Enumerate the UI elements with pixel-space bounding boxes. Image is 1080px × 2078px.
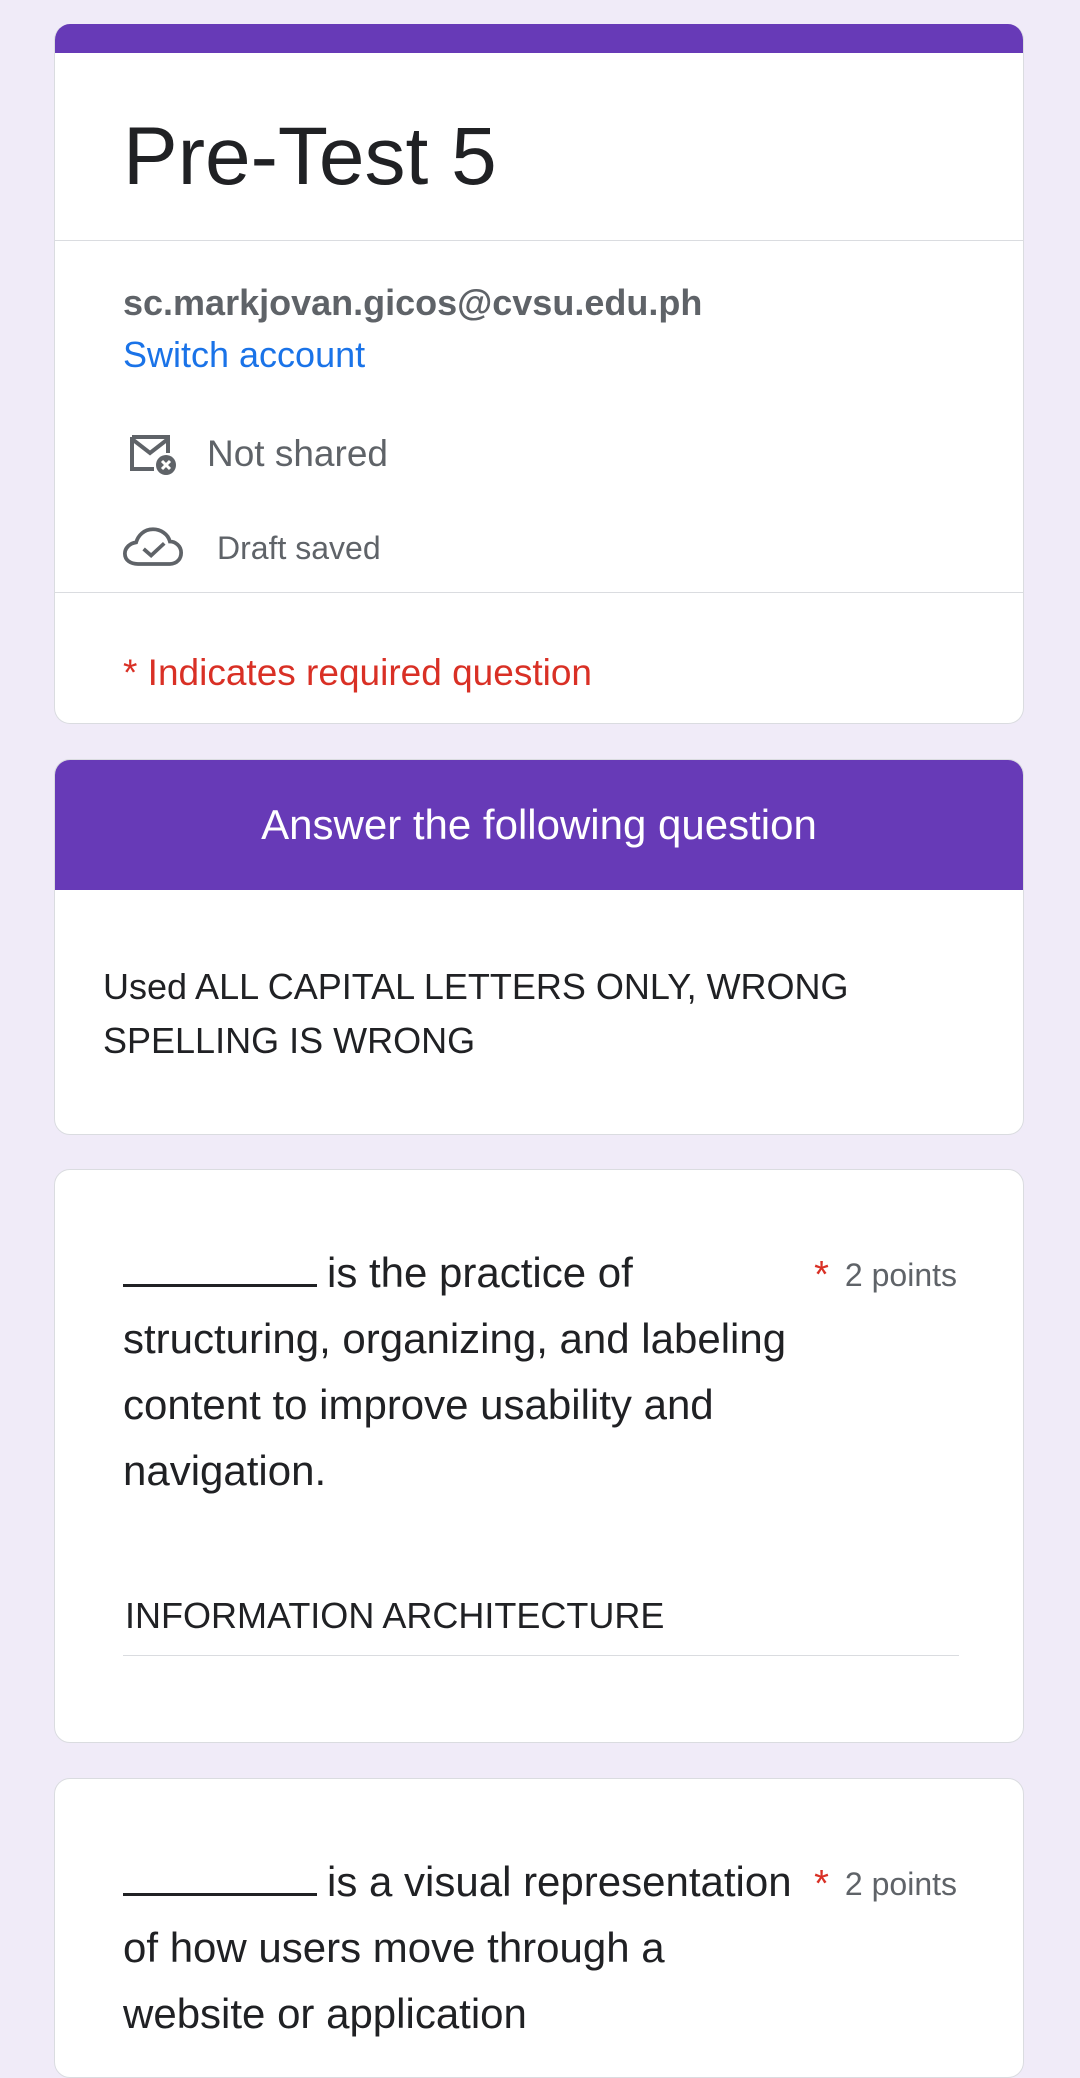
question-card: is the practice of structuring, organizi…	[54, 1169, 1024, 1743]
account-email: sc.markjovan.gicos@cvsu.edu.ph	[123, 282, 703, 323]
question-points: * 2 points	[814, 1863, 957, 1906]
question-text: is the practice of structuring, organizi…	[123, 1240, 813, 1504]
required-asterisk: *	[814, 1863, 829, 1905]
required-question-note: * Indicates required question	[123, 652, 592, 693]
cloud-check-icon	[123, 518, 183, 578]
section-card: Answer the following question Used ALL C…	[54, 759, 1024, 1135]
switch-account-link[interactable]: Switch account	[123, 334, 365, 376]
fill-in-blank	[123, 1853, 317, 1896]
short-answer-input[interactable]	[123, 1594, 959, 1656]
form-title: Pre-Test 5	[123, 111, 497, 202]
fill-in-blank	[123, 1244, 317, 1287]
points-label: 2 points	[844, 1866, 957, 1902]
points-label: 2 points	[844, 1257, 957, 1293]
required-asterisk: *	[814, 1254, 829, 1296]
mail-not-shared-icon	[123, 424, 183, 484]
header-divider	[55, 240, 1023, 241]
not-shared-label: Not shared	[207, 433, 388, 474]
account-divider	[55, 592, 1023, 593]
question-text: is a visual representation of how users …	[123, 1849, 813, 2047]
not-shared-row: Not shared	[123, 424, 388, 484]
draft-saved-row: Draft saved	[123, 518, 381, 578]
section-description: Used ALL CAPITAL LETTERS ONLY, WRONG SPE…	[103, 966, 849, 1061]
header-accent-bar	[55, 24, 1023, 53]
section-title: Answer the following question	[55, 760, 1023, 890]
draft-saved-label: Draft saved	[217, 529, 381, 566]
question-points: * 2 points	[814, 1254, 957, 1297]
form-header-card: Pre-Test 5 sc.markjovan.gicos@cvsu.edu.p…	[54, 24, 1024, 724]
question-card: is a visual representation of how users …	[54, 1778, 1024, 2078]
